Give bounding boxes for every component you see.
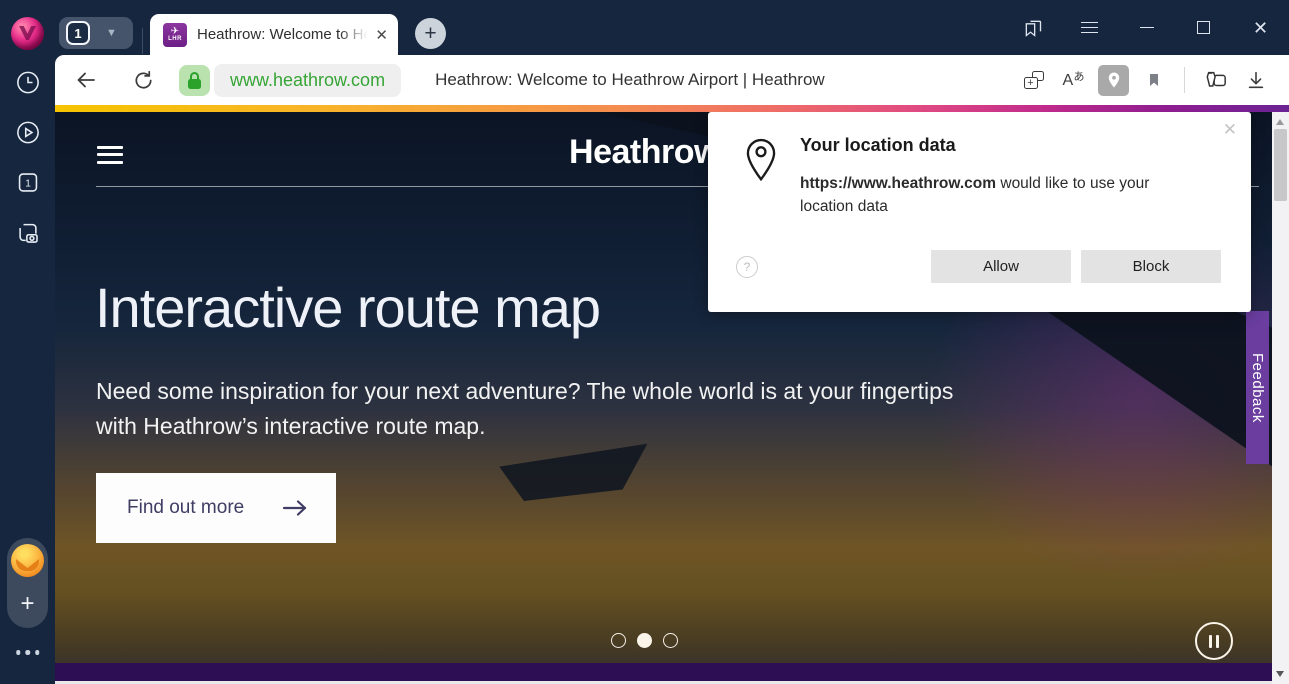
chevron-down-icon[interactable]: ▼ bbox=[90, 17, 133, 49]
panel-more-button[interactable] bbox=[16, 650, 40, 655]
translate-icon: Aあ bbox=[1063, 70, 1085, 90]
arrow-right-icon bbox=[282, 498, 308, 518]
translate-button[interactable]: Aあ bbox=[1058, 65, 1089, 96]
capture-panel-button[interactable] bbox=[14, 219, 41, 246]
hero-text: Need some inspiration for your next adve… bbox=[96, 374, 976, 444]
scroll-up-icon[interactable] bbox=[1276, 119, 1284, 125]
tab-heathrow[interactable]: ✈ LHR Heathrow: Welcome to He ✕ bbox=[150, 14, 398, 55]
pause-button[interactable] bbox=[1195, 622, 1233, 660]
bookmarks-icon[interactable] bbox=[1004, 0, 1061, 55]
addressbar-divider bbox=[1184, 67, 1185, 93]
url-field[interactable]: www.heathrow.com bbox=[214, 64, 401, 97]
plane-icon: ✈ bbox=[171, 27, 179, 36]
history-panel-button[interactable] bbox=[14, 69, 41, 96]
web-panel-group: + bbox=[7, 538, 48, 628]
addressbar: www.heathrow.com Heathrow: Welcome to He… bbox=[55, 55, 1289, 105]
download-icon bbox=[1245, 69, 1267, 91]
add-window-button[interactable]: + bbox=[1018, 65, 1049, 96]
media-panel-button[interactable] bbox=[14, 119, 41, 146]
menu-icon[interactable] bbox=[1061, 0, 1118, 55]
extension-icon bbox=[1204, 69, 1228, 91]
site-security-badge[interactable] bbox=[179, 65, 210, 96]
popup-arrow bbox=[1091, 112, 1114, 123]
loading-gradient-bar bbox=[55, 105, 1289, 112]
tab-close-icon[interactable]: ✕ bbox=[375, 26, 388, 44]
window-panel-button[interactable]: 1 bbox=[14, 169, 41, 196]
location-pin-icon bbox=[1105, 71, 1123, 89]
extension-button[interactable] bbox=[1200, 65, 1231, 96]
location-permission-popup: ✕ Your location data https://www.heathro… bbox=[708, 112, 1251, 312]
new-tab-button[interactable]: + bbox=[415, 18, 446, 49]
feedback-tab[interactable]: Feedback bbox=[1246, 311, 1269, 464]
maximize-button[interactable] bbox=[1175, 0, 1232, 55]
carousel-dots bbox=[55, 633, 1234, 648]
popup-origin: https://www.heathrow.com bbox=[800, 175, 996, 192]
side-panel-bar: 1 + bbox=[0, 55, 55, 684]
tab-counter[interactable]: 1 ▼ bbox=[59, 17, 133, 49]
cta-label: Find out more bbox=[127, 497, 244, 519]
allow-button[interactable]: Allow bbox=[931, 250, 1071, 283]
heathrow-favicon: ✈ LHR bbox=[163, 23, 187, 47]
popup-close-icon[interactable]: ✕ bbox=[1223, 120, 1237, 140]
downloads-button[interactable] bbox=[1240, 65, 1271, 96]
reload-button[interactable] bbox=[128, 69, 158, 92]
scroll-down-icon[interactable] bbox=[1276, 671, 1284, 677]
tab-stack-icon: 1 bbox=[66, 21, 90, 45]
minimize-button[interactable] bbox=[1118, 0, 1175, 55]
carousel-dot-1[interactable] bbox=[637, 633, 652, 648]
svg-text:1: 1 bbox=[25, 178, 31, 189]
block-button[interactable]: Block bbox=[1081, 250, 1221, 283]
bookmark-page-button[interactable] bbox=[1138, 65, 1169, 96]
close-button[interactable]: ✕ bbox=[1232, 0, 1289, 55]
popup-message: https://www.heathrow.com would like to u… bbox=[800, 172, 1195, 218]
popup-title: Your location data bbox=[800, 135, 956, 156]
webpage-viewport: Heathrow Interactive route map Need some… bbox=[55, 112, 1289, 684]
help-icon[interactable]: ? bbox=[736, 256, 758, 278]
titlebar-divider bbox=[142, 28, 143, 54]
back-button[interactable] bbox=[71, 68, 101, 92]
web-panel-favicon[interactable] bbox=[11, 544, 44, 577]
titlebar: 1 ▼ ✈ LHR Heathrow: Welcome to He ✕ + bbox=[0, 0, 1289, 55]
page-title: Heathrow: Welcome to Heathrow Airport | … bbox=[435, 70, 825, 90]
popup-location-pin-icon bbox=[744, 138, 778, 182]
carousel-dot-0[interactable] bbox=[611, 633, 626, 648]
vivaldi-logo[interactable] bbox=[11, 17, 44, 50]
tab-title: Heathrow: Welcome to He bbox=[197, 26, 371, 43]
page-bottom-band bbox=[55, 663, 1272, 681]
scroll-thumb[interactable] bbox=[1274, 129, 1287, 201]
scrollbar[interactable] bbox=[1272, 112, 1289, 684]
bookmark-icon bbox=[1146, 71, 1162, 89]
add-web-panel-button[interactable]: + bbox=[7, 584, 48, 624]
location-permission-button[interactable] bbox=[1098, 65, 1129, 96]
hero-title: Interactive route map bbox=[95, 275, 600, 340]
browser-window: 1 ▼ ✈ LHR Heathrow: Welcome to He ✕ + bbox=[0, 0, 1289, 684]
find-out-more-button[interactable]: Find out more bbox=[96, 473, 336, 543]
plus-window-icon: + bbox=[1024, 71, 1044, 89]
carousel-dot-2[interactable] bbox=[663, 633, 678, 648]
